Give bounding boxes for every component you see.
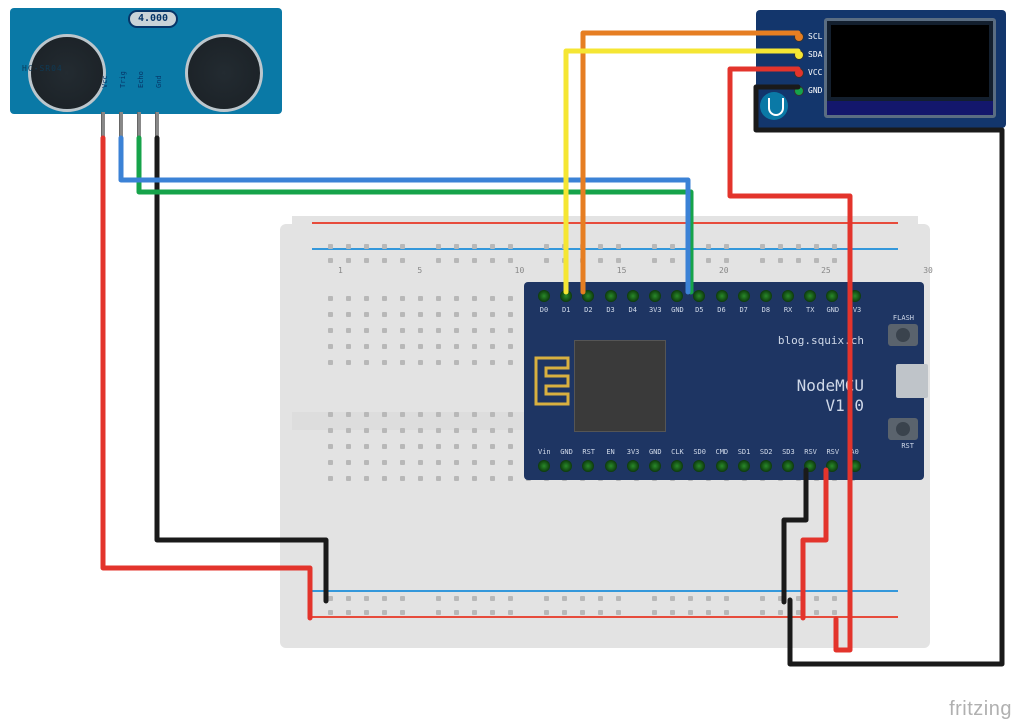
oled-screen: [824, 18, 996, 118]
oled-module: SCL SDA VCC GND: [756, 10, 1006, 128]
mcu-pinrow-bottom: [538, 460, 861, 472]
mcu-pinlabels-top: D0D1D2D3D43V3GNDD5D6D7D8RXTXGND3V3: [538, 306, 861, 314]
usb-port-icon: [896, 364, 928, 398]
reset-button[interactable]: [888, 418, 918, 440]
breadboard-rail-top: [292, 216, 918, 258]
oled-pin-labels: SCL SDA VCC GND: [794, 28, 822, 100]
breadboard-rail-bottom: [292, 584, 918, 626]
reset-button-label: RST: [901, 442, 914, 450]
ultrasonic-sensor: 4.000 HC-SR04 Vcc Trig Echo Gnd: [10, 8, 282, 114]
mcu-version-label: V1.0: [825, 396, 864, 415]
flash-button[interactable]: [888, 324, 918, 346]
watermark-label: fritzing: [949, 698, 1012, 721]
esp8266-chip-icon: [574, 340, 666, 432]
sensor-transducer-right: [185, 34, 263, 112]
sensor-pin-gnd: [155, 112, 159, 138]
oled-dot-gnd: [794, 86, 804, 96]
oled-dot-sda: [794, 50, 804, 60]
sensor-transducer-left: [28, 34, 106, 112]
sensor-display: 4.000: [128, 10, 178, 28]
mcu-url-label: blog.squix.ch: [778, 334, 864, 347]
mcu-name-label: NodeMCU: [797, 376, 864, 395]
mcu-pinrow-top: [538, 290, 861, 302]
nodemcu-board: D0D1D2D3D43V3GNDD5D6D7D8RXTXGND3V3 blog.…: [524, 282, 924, 480]
flash-button-label: FLASH: [893, 314, 914, 322]
oled-logo-icon: [760, 92, 788, 120]
sensor-model-label: HC-SR04: [22, 64, 63, 73]
sensor-pin-vcc: [101, 112, 105, 138]
oled-dot-vcc: [794, 68, 804, 78]
breadboard-col-numbers-top: 1 5 10 15 20 25 30: [338, 266, 933, 275]
antenna-icon: [532, 354, 572, 414]
oled-dot-scl: [794, 32, 804, 42]
mcu-pinlabels-bottom: VinGNDRSTEN3V3GNDCLKSD0CMDSD1SD2SD3RSVRS…: [538, 448, 861, 456]
sensor-pin-echo: [137, 112, 141, 138]
sensor-pin-trig: [119, 112, 123, 138]
